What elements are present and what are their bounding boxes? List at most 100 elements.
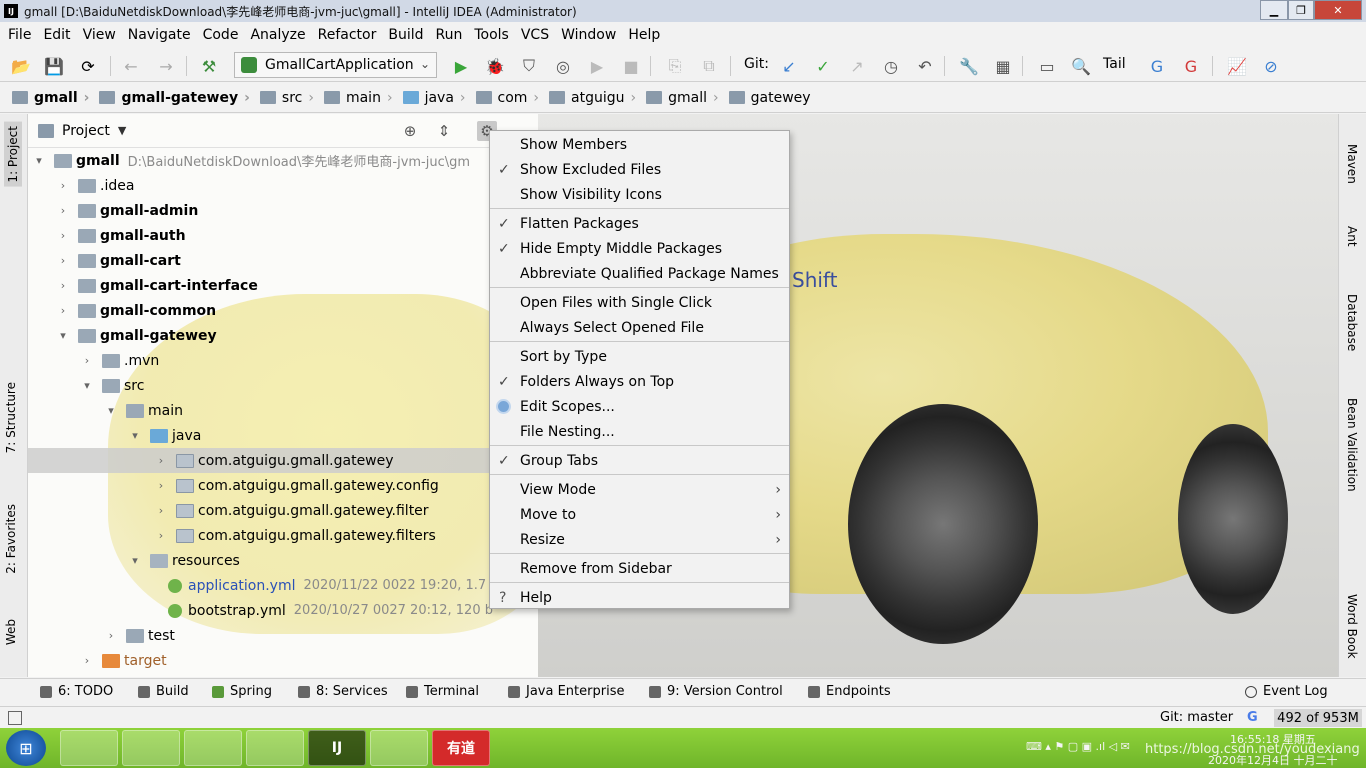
translate-red-icon[interactable]: G <box>1180 55 1202 77</box>
taskbar-intellij-icon[interactable]: IJ <box>308 730 366 766</box>
tree-item-pkg-config[interactable]: › com.atguigu.gmall.gatewey.config <box>28 473 538 498</box>
crumb-atguigu[interactable]: atguigu › <box>549 90 642 106</box>
tab-maven[interactable]: Maven <box>1345 144 1359 184</box>
menu-item-sort-by-type[interactable]: Sort by Type <box>490 344 789 369</box>
menu-item-show-excluded-files[interactable]: ✓ Show Excluded Files <box>490 157 789 182</box>
tree-item-gmall-common[interactable]: › gmall-common <box>28 298 538 323</box>
rollback-icon[interactable]: ↶ <box>914 55 936 77</box>
translate-icon[interactable]: G <box>1146 55 1168 77</box>
tree-item-target[interactable]: › target <box>28 648 538 673</box>
tree-item-main[interactable]: ▾ main <box>28 398 538 423</box>
menu-help[interactable]: Help <box>622 27 666 43</box>
tree-item-application-yml[interactable]: application.yml 2020/11/22 0022 19:20, 1… <box>28 573 538 598</box>
tool-java-enterprise[interactable]: Java Enterprise <box>508 684 624 699</box>
maximize-button[interactable]: ❐ <box>1288 0 1314 20</box>
tree-item-gmall-auth[interactable]: › gmall-auth <box>28 223 538 248</box>
tree-item-gmall-cart[interactable]: › gmall-cart <box>28 248 538 273</box>
menu-item-move-to[interactable]: Move to › <box>490 502 789 527</box>
menu-item-group-tabs[interactable]: ✓ Group Tabs <box>490 448 789 473</box>
search-icon[interactable]: 🔍 <box>1070 55 1092 77</box>
toggle-tool-windows-icon[interactable] <box>8 711 22 725</box>
run-icon[interactable]: ▶ <box>450 55 472 77</box>
tab-database[interactable]: Database <box>1345 294 1359 351</box>
tree-item-test[interactable]: › test <box>28 623 538 648</box>
tree-item-mvn[interactable]: › .mvn <box>28 348 538 373</box>
synchronize-icon[interactable]: ⟳ <box>77 55 99 77</box>
menu-item-resize[interactable]: Resize › <box>490 527 789 552</box>
menu-item-show-members[interactable]: Show Members <box>490 132 789 157</box>
git-commit-icon[interactable]: ✓ <box>812 55 834 77</box>
memory-indicator[interactable]: 492 of 953M <box>1274 709 1362 727</box>
crumb-src[interactable]: src › <box>259 90 320 106</box>
start-button-icon[interactable]: ⊞ <box>6 730 46 766</box>
menu-run[interactable]: Run <box>430 27 469 43</box>
menu-item-hide-empty-middle-packages[interactable]: ✓ Hide Empty Middle Packages <box>490 236 789 261</box>
tab-favorites[interactable]: 2: Favorites <box>4 504 18 574</box>
open-folder-icon[interactable]: 📂 <box>10 55 32 77</box>
project-structure-icon[interactable]: ▦ <box>992 55 1014 77</box>
menu-item-always-select-opened[interactable]: Always Select Opened File <box>490 315 789 340</box>
crumb-gmall[interactable]: gmall › <box>12 90 95 106</box>
menu-item-help[interactable]: ? Help <box>490 585 789 610</box>
collapse-all-icon[interactable]: ⇕ <box>434 121 454 141</box>
settings-wrench-icon[interactable]: 🔧 <box>958 55 980 77</box>
attach-icon[interactable]: ⎘ <box>664 55 686 77</box>
menu-tools[interactable]: Tools <box>468 27 515 43</box>
tail-button[interactable]: Tail <box>1103 56 1126 72</box>
menu-item-edit-scopes[interactable]: Edit Scopes... <box>490 394 789 419</box>
menu-edit[interactable]: Edit <box>37 27 76 43</box>
menu-navigate[interactable]: Navigate <box>122 27 197 43</box>
tool-services[interactable]: 8: Services <box>298 684 388 699</box>
menu-item-file-nesting[interactable]: File Nesting... <box>490 419 789 444</box>
tree-item-gmall-admin[interactable]: › gmall-admin <box>28 198 538 223</box>
git-branch-status[interactable]: Git: master <box>1160 710 1233 725</box>
taskbar-vscode-icon[interactable] <box>184 730 242 766</box>
menu-item-abbreviate-names[interactable]: Abbreviate Qualified Package Names <box>490 261 789 286</box>
layers-icon[interactable]: ⧉ <box>698 55 720 77</box>
save-all-icon[interactable]: 💾 <box>43 55 65 77</box>
statistic-icon[interactable]: 📈 <box>1226 55 1248 77</box>
menu-refactor[interactable]: Refactor <box>312 27 383 43</box>
tab-project[interactable]: 1: Project <box>4 122 22 187</box>
tool-spring[interactable]: Spring <box>212 684 272 699</box>
locate-icon[interactable]: ⊕ <box>400 121 420 141</box>
tool-todo[interactable]: 6: TODO <box>40 684 113 699</box>
menu-item-flatten-packages[interactable]: ✓ Flatten Packages <box>490 211 789 236</box>
tab-web[interactable]: Web <box>4 619 18 645</box>
back-icon[interactable]: ← <box>120 55 142 77</box>
menu-item-remove-from-sidebar[interactable]: Remove from Sidebar <box>490 556 789 581</box>
project-view-title[interactable]: Project <box>62 123 110 139</box>
menu-analyze[interactable]: Analyze <box>244 27 311 43</box>
tree-item-resources[interactable]: ▾ resources <box>28 548 538 573</box>
tool-endpoints[interactable]: Endpoints <box>808 684 891 699</box>
minimize-button[interactable]: ▁ <box>1260 0 1288 20</box>
tool-event-log[interactable]: Event Log <box>1245 684 1328 699</box>
terminal-window-icon[interactable]: ▭ <box>1036 55 1058 77</box>
menu-item-open-single-click[interactable]: Open Files with Single Click <box>490 290 789 315</box>
tree-item-gmall-gatewey[interactable]: ▾ gmall-gatewey <box>28 323 538 348</box>
menu-window[interactable]: Window <box>555 27 622 43</box>
tree-item-pkg-filter[interactable]: › com.atguigu.gmall.gatewey.filter <box>28 498 538 523</box>
run-disabled-icon[interactable]: ▶ <box>586 55 608 77</box>
tree-item-idea[interactable]: › .idea <box>28 173 538 198</box>
git-update-icon[interactable]: ↙ <box>778 55 800 77</box>
history-icon[interactable]: ◷ <box>880 55 902 77</box>
menu-item-show-visibility-icons[interactable]: Show Visibility Icons <box>490 182 789 207</box>
tree-item-java[interactable]: ▾ java <box>28 423 538 448</box>
coverage-icon[interactable]: ⛉ <box>518 55 540 77</box>
crumb-gmall-pkg[interactable]: gmall › <box>646 90 725 106</box>
build-hammer-icon[interactable]: ⚒ <box>198 55 220 77</box>
tab-bean-validation[interactable]: Bean Validation <box>1345 398 1359 492</box>
menu-vcs[interactable]: VCS <box>515 27 555 43</box>
taskbar-youdao-icon[interactable]: 有道 <box>432 730 490 766</box>
git-push-icon[interactable]: ↗ <box>846 55 868 77</box>
crumb-main[interactable]: main › <box>323 90 399 106</box>
menu-file[interactable]: File <box>2 27 37 43</box>
debug-icon[interactable]: 🐞 <box>484 55 506 77</box>
taskbar-app2-icon[interactable] <box>370 730 428 766</box>
tab-word-book[interactable]: Word Book <box>1345 594 1359 659</box>
taskbar-explorer-icon[interactable] <box>60 730 118 766</box>
run-configuration-select[interactable]: GmallCartApplication ⌄ <box>234 52 437 78</box>
chevron-down-icon[interactable]: ▼ <box>118 124 126 137</box>
menu-item-view-mode[interactable]: View Mode › <box>490 477 789 502</box>
